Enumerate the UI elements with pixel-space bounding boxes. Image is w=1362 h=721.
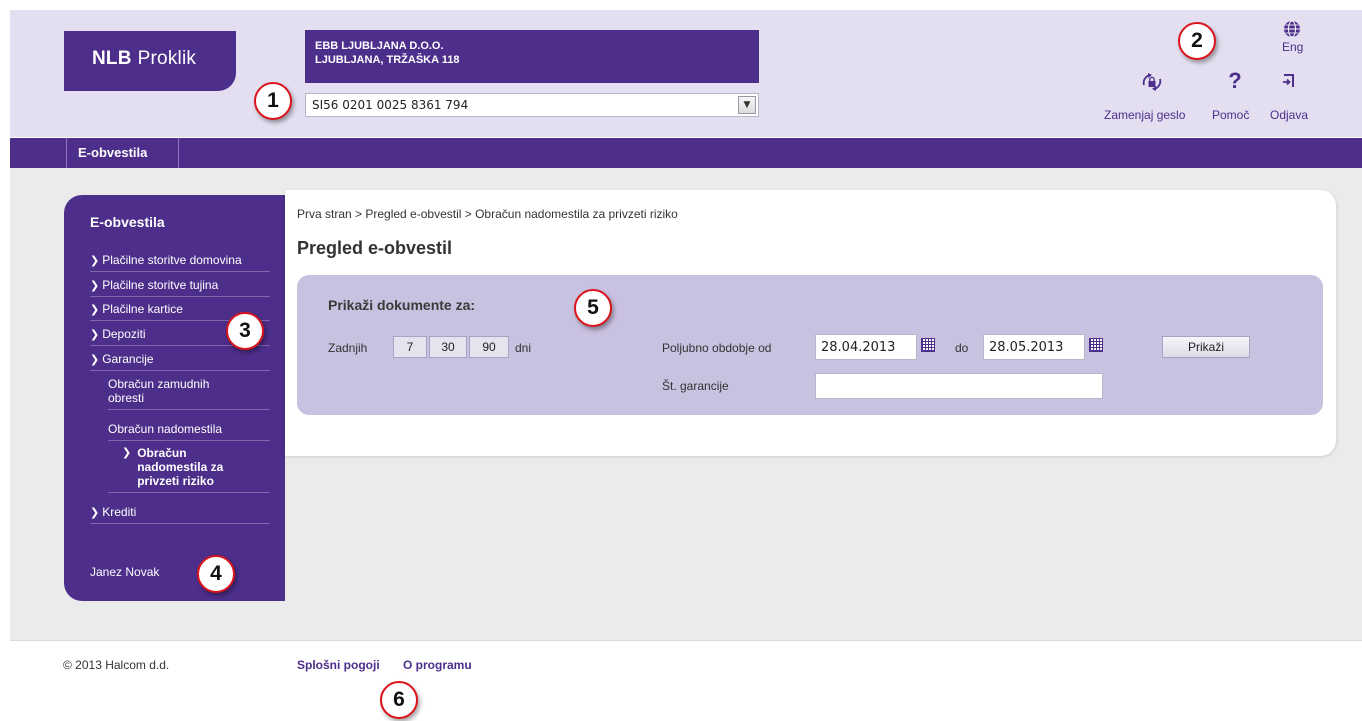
- callout-marker: 5: [574, 289, 612, 327]
- terms-link[interactable]: Splošni pogoji: [297, 658, 380, 672]
- logout-icon[interactable]: [1281, 72, 1297, 90]
- company-address: LJUBLJANA, TRŽAŠKA 118: [315, 54, 460, 66]
- chevron-down-icon[interactable]: ▼: [738, 96, 756, 114]
- last-days-label: Zadnjih: [328, 341, 368, 355]
- show-button[interactable]: Prikaži: [1162, 336, 1250, 358]
- days-30-button[interactable]: 30: [429, 336, 467, 358]
- callout-marker: 1: [254, 82, 292, 120]
- calendar-icon[interactable]: [921, 338, 935, 352]
- date-to-label: do: [955, 341, 969, 355]
- user-name: Janez Novak: [90, 565, 160, 579]
- date-from-input[interactable]: 28.04.2013: [815, 334, 917, 360]
- sidebar-item-krediti[interactable]: ❯ Krediti: [90, 505, 270, 524]
- footer-divider: [10, 640, 1362, 641]
- account-select[interactable]: SI56 0201 0025 8361 794 ▼: [305, 93, 759, 117]
- help-link[interactable]: Pomoč: [1212, 108, 1249, 122]
- filter-title: Prikaži dokumente za:: [328, 297, 476, 313]
- nav-bar: [10, 138, 1362, 168]
- callout-marker: 4: [197, 555, 235, 593]
- logout-link[interactable]: Odjava: [1270, 108, 1308, 122]
- sidebar-title: E-obvestila: [90, 214, 165, 230]
- days-unit-label: dni: [515, 341, 532, 355]
- breadcrumb: Prva stran > Pregled e-obvestil > Obraču…: [297, 207, 678, 221]
- chevron-right-icon: ❯: [90, 304, 100, 316]
- sidebar-subitem-obracun-nadomestila-za-privzeti-riziko[interactable]: ❯ Obračun nadomestila za privzeti riziko: [108, 446, 270, 493]
- guarantee-number-input[interactable]: [815, 373, 1103, 399]
- sidebar-item-placilne-storitve-tujina[interactable]: ❯ Plačilne storitve tujina: [90, 278, 270, 297]
- callout-marker: 3: [226, 312, 264, 350]
- chevron-right-icon: ❯: [90, 354, 100, 366]
- days-90-button[interactable]: 90: [469, 336, 509, 358]
- chevron-right-icon: ❯: [90, 329, 100, 341]
- question-icon[interactable]: ?: [1226, 69, 1244, 93]
- globe-icon[interactable]: [1283, 20, 1301, 38]
- chevron-right-icon: ❯: [122, 447, 132, 459]
- chevron-right-icon: ❯: [90, 255, 100, 267]
- callout-marker: 2: [1178, 22, 1216, 60]
- sidebar-item-placilne-storitve-domovina[interactable]: ❯ Plačilne storitve domovina: [90, 253, 270, 272]
- copyright: © 2013 Halcom d.d.: [63, 658, 170, 672]
- company-info: EBB LJUBLJANA D.O.O. LJUBLJANA, TRŽAŠKA …: [305, 30, 759, 83]
- language-switch[interactable]: Eng: [1282, 40, 1303, 54]
- page-title: Pregled e-obvestil: [297, 238, 453, 258]
- sidebar-subitem-obracun-zamudnih-obresti[interactable]: Obračun zamudnih obresti: [108, 377, 270, 410]
- lock-refresh-icon[interactable]: [1140, 71, 1164, 93]
- account-number: SI56 0201 0025 8361 794: [312, 98, 469, 112]
- sidebar-item-garancije[interactable]: ❯ Garancije: [90, 352, 270, 371]
- callout-marker: 6: [380, 681, 418, 719]
- nlb-proklik-logo[interactable]: NLB Proklik: [64, 31, 236, 91]
- company-name: EBB LJUBLJANA D.O.O.: [315, 40, 444, 52]
- calendar-icon[interactable]: [1089, 338, 1103, 352]
- chevron-right-icon: ❯: [90, 280, 100, 292]
- tab-e-obvestila[interactable]: E-obvestila: [66, 138, 179, 168]
- date-to-input[interactable]: 28.05.2013: [983, 334, 1085, 360]
- about-link[interactable]: O programu: [403, 658, 472, 672]
- chevron-right-icon: ❯: [90, 507, 100, 519]
- sidebar-subitem-obracun-nadomestila[interactable]: Obračun nadomestila: [108, 422, 270, 441]
- guarantee-number-label: Št. garancije: [662, 379, 729, 393]
- change-password-link[interactable]: Zamenjaj geslo: [1104, 108, 1185, 122]
- days-7-button[interactable]: 7: [393, 336, 427, 358]
- date-range-label: Poljubno obdobje od: [662, 341, 772, 355]
